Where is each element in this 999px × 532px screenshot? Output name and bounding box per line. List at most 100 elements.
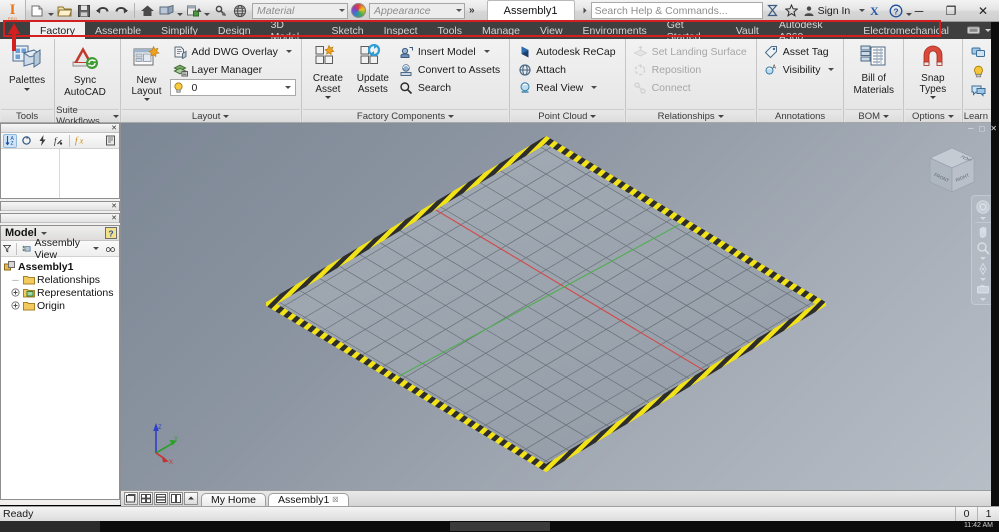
- tree-node[interactable]: Origin: [3, 299, 119, 312]
- new-file-caret-icon[interactable]: [47, 1, 55, 20]
- navbar-more-caret-icon[interactable]: [980, 298, 986, 301]
- return-caret-icon[interactable]: [176, 1, 184, 20]
- ribbon-tab-manage[interactable]: Manage: [472, 22, 530, 39]
- look-camera-icon[interactable]: [973, 283, 993, 296]
- tree-node[interactable]: ─ Relationships: [3, 273, 119, 286]
- new-file-icon[interactable]: [28, 1, 47, 20]
- dropdown-caret-icon[interactable]: [483, 50, 490, 53]
- search-button[interactable]: Search: [396, 79, 505, 96]
- ribbon-tab-sketch[interactable]: Sketch: [322, 22, 374, 39]
- button-dropdown-caret-icon[interactable]: [324, 96, 331, 99]
- search-expand-icon[interactable]: [579, 2, 591, 20]
- steering-wheel-caret-icon[interactable]: [980, 217, 986, 220]
- qat-overflow-icon[interactable]: »: [469, 5, 475, 16]
- viewcube[interactable]: TOP FRONT RIGHT: [923, 143, 981, 201]
- button-dropdown-caret-icon[interactable]: [24, 87, 31, 91]
- button-dropdown-caret-icon[interactable]: [929, 96, 936, 99]
- document-tab-my-home[interactable]: My Home: [201, 492, 266, 507]
- layer-selector[interactable]: 0: [169, 79, 296, 96]
- document-tab-assembly1[interactable]: Assembly1 ☒: [267, 492, 349, 507]
- document-tab-close-icon[interactable]: ☒: [332, 496, 338, 504]
- panel-expand-caret-icon[interactable]: [590, 114, 597, 118]
- tile-view-button[interactable]: [139, 492, 153, 505]
- panel-expand-caret-icon[interactable]: [717, 114, 724, 118]
- viewport-restore-button[interactable]: ◻: [979, 124, 986, 133]
- ribbon-tab-factory[interactable]: Factory: [30, 22, 86, 39]
- undo-icon[interactable]: [93, 1, 112, 20]
- insert-model-button[interactable]: Insert Model: [396, 43, 505, 60]
- function-strike-icon[interactable]: f: [51, 134, 65, 148]
- material-selector[interactable]: Material: [252, 2, 348, 19]
- visibility-button[interactable]: A Visibility: [761, 61, 840, 78]
- ribbon-tab-view[interactable]: View: [530, 22, 573, 39]
- orbit-caret-icon[interactable]: [980, 277, 986, 281]
- application-menu-button[interactable]: I PRO: [0, 0, 26, 22]
- add-dwg-overlay-button[interactable]: Add DWG Overlay: [170, 43, 297, 60]
- select-icon[interactable]: [211, 1, 230, 20]
- button-dropdown-caret-icon[interactable]: [143, 98, 150, 101]
- tree-node[interactable]: Assembly1: [3, 260, 119, 273]
- tree-expander-icon[interactable]: [11, 301, 20, 310]
- collapse-button[interactable]: [184, 492, 198, 505]
- sort-icon[interactable]: AZ: [3, 133, 17, 148]
- minimize-button[interactable]: ─: [903, 0, 935, 22]
- viewport-minimize-button[interactable]: ─: [968, 124, 974, 133]
- ribbon-tab-assemble[interactable]: Assemble: [85, 22, 151, 39]
- bill-of-materials-button[interactable]: Bill of Materials: [848, 42, 899, 98]
- taskbar-start-region[interactable]: [0, 521, 100, 532]
- ribbon-tab-3d-model[interactable]: 3D Model: [261, 19, 322, 43]
- home-icon[interactable]: [138, 1, 157, 20]
- panel-expand-caret-icon[interactable]: [448, 114, 455, 118]
- layer-manager-button[interactable]: Layer Manager: [170, 61, 297, 78]
- zoom-caret-icon[interactable]: [980, 256, 986, 260]
- update-assets-button[interactable]: Update Assets: [351, 42, 395, 97]
- model-browser-caret-icon[interactable]: [40, 231, 47, 235]
- open-file-icon[interactable]: [55, 1, 74, 20]
- sign-in-button[interactable]: Sign In: [801, 5, 868, 17]
- factory-floor-plane[interactable]: [266, 136, 826, 472]
- viewport-close-button[interactable]: ✕: [990, 124, 997, 133]
- create-asset-button[interactable]: Create Asset: [306, 42, 350, 101]
- autodesk-exchange-icon[interactable]: X: [867, 1, 886, 20]
- refresh-icon[interactable]: [19, 134, 33, 148]
- close-button[interactable]: ✕: [967, 0, 999, 22]
- binoculars-icon[interactable]: [106, 243, 115, 254]
- taskbar-active-app[interactable]: [450, 522, 550, 531]
- tree-expander-icon[interactable]: [11, 288, 20, 297]
- ribbon-tab-get-started[interactable]: Get Started: [657, 19, 726, 43]
- orbit-icon[interactable]: [973, 262, 993, 276]
- assembly-view-caret-icon[interactable]: [93, 247, 100, 250]
- dropdown-caret-icon[interactable]: [591, 86, 598, 89]
- panel-expand-caret-icon[interactable]: [112, 114, 119, 118]
- filter-funnel-icon[interactable]: [3, 243, 12, 254]
- convert-to-assets-button[interactable]: Convert to Assets: [396, 61, 505, 78]
- horizontal-split-button[interactable]: [154, 492, 168, 505]
- snap-types-button[interactable]: Snap Types: [908, 42, 958, 101]
- return-icon[interactable]: [157, 1, 176, 20]
- save-icon[interactable]: [74, 1, 93, 20]
- maximize-button[interactable]: ❐: [935, 0, 967, 22]
- steering-wheel-icon[interactable]: [973, 199, 993, 215]
- full-screen-view-button[interactable]: [124, 492, 138, 505]
- new-layout-button[interactable]: New Layout: [125, 42, 169, 103]
- appearance-selector[interactable]: Appearance: [369, 2, 465, 19]
- ribbon-tab-autodesk-a360[interactable]: Autodesk A360: [769, 19, 853, 43]
- ribbon-tab-environments[interactable]: Environments: [573, 22, 657, 39]
- learn-tip-icon[interactable]: [969, 63, 988, 80]
- layer-caret-icon[interactable]: [284, 86, 291, 89]
- pan-hand-icon[interactable]: [973, 225, 993, 239]
- dropdown-caret-icon[interactable]: [828, 68, 835, 71]
- dropdown-caret-icon[interactable]: [285, 50, 292, 53]
- ribbon-tab-tools[interactable]: Tools: [428, 22, 473, 39]
- document-title-tab[interactable]: Assembly1: [486, 0, 575, 22]
- asset-tag-button[interactable]: Asset Tag: [761, 43, 840, 60]
- zoom-magnifier-icon[interactable]: [973, 241, 993, 255]
- favorites-star-icon[interactable]: [782, 1, 801, 20]
- ribbon-tab-electromechanical[interactable]: Electromechanical: [853, 22, 959, 39]
- panel-expand-caret-icon[interactable]: [223, 114, 230, 118]
- attach-button[interactable]: Attach: [514, 61, 620, 78]
- notification-center-icon[interactable]: [763, 1, 782, 20]
- learn-tutorial-icon[interactable]: [969, 44, 988, 61]
- appearance-color-wheel-icon[interactable]: [351, 3, 366, 18]
- learn-feedback-icon[interactable]: [969, 82, 988, 99]
